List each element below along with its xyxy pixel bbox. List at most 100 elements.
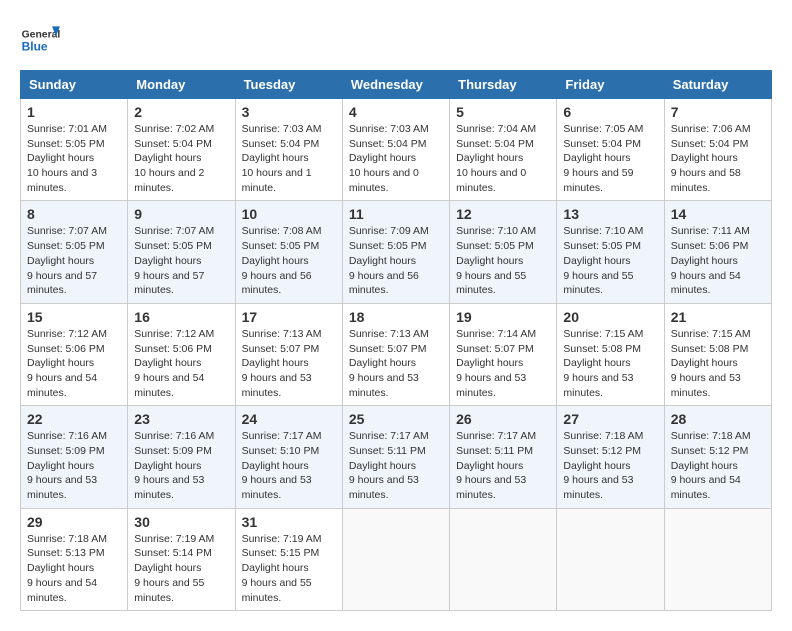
- day-cell-22: 22 Sunrise: 7:16 AM Sunset: 5:09 PM Dayl…: [21, 406, 128, 508]
- day-info: Sunrise: 7:04 AM Sunset: 5:04 PM Dayligh…: [456, 122, 550, 195]
- day-number: 28: [671, 411, 765, 427]
- day-info: Sunrise: 7:18 AM Sunset: 5:12 PM Dayligh…: [671, 429, 765, 502]
- day-cell-1: 1 Sunrise: 7:01 AM Sunset: 5:05 PM Dayli…: [21, 99, 128, 201]
- day-cell-12: 12 Sunrise: 7:10 AM Sunset: 5:05 PM Dayl…: [450, 201, 557, 303]
- day-info: Sunrise: 7:07 AM Sunset: 5:05 PM Dayligh…: [134, 224, 228, 297]
- day-cell-29: 29 Sunrise: 7:18 AM Sunset: 5:13 PM Dayl…: [21, 508, 128, 610]
- day-info: Sunrise: 7:16 AM Sunset: 5:09 PM Dayligh…: [27, 429, 121, 502]
- day-cell-6: 6 Sunrise: 7:05 AM Sunset: 5:04 PM Dayli…: [557, 99, 664, 201]
- day-info: Sunrise: 7:17 AM Sunset: 5:10 PM Dayligh…: [242, 429, 336, 502]
- day-cell-8: 8 Sunrise: 7:07 AM Sunset: 5:05 PM Dayli…: [21, 201, 128, 303]
- day-cell-31: 31 Sunrise: 7:19 AM Sunset: 5:15 PM Dayl…: [235, 508, 342, 610]
- col-wednesday: Wednesday: [342, 71, 449, 99]
- day-info: Sunrise: 7:03 AM Sunset: 5:04 PM Dayligh…: [349, 122, 443, 195]
- day-cell-13: 13 Sunrise: 7:10 AM Sunset: 5:05 PM Dayl…: [557, 201, 664, 303]
- day-cell-2: 2 Sunrise: 7:02 AM Sunset: 5:04 PM Dayli…: [128, 99, 235, 201]
- day-info: Sunrise: 7:07 AM Sunset: 5:05 PM Dayligh…: [27, 224, 121, 297]
- day-info: Sunrise: 7:10 AM Sunset: 5:05 PM Dayligh…: [456, 224, 550, 297]
- day-info: Sunrise: 7:18 AM Sunset: 5:12 PM Dayligh…: [563, 429, 657, 502]
- day-cell-15: 15 Sunrise: 7:12 AM Sunset: 5:06 PM Dayl…: [21, 303, 128, 405]
- day-info: Sunrise: 7:19 AM Sunset: 5:15 PM Dayligh…: [242, 532, 336, 605]
- day-info: Sunrise: 7:08 AM Sunset: 5:05 PM Dayligh…: [242, 224, 336, 297]
- day-info: Sunrise: 7:06 AM Sunset: 5:04 PM Dayligh…: [671, 122, 765, 195]
- day-number: 16: [134, 309, 228, 325]
- day-cell-5: 5 Sunrise: 7:04 AM Sunset: 5:04 PM Dayli…: [450, 99, 557, 201]
- calendar-header-row: Sunday Monday Tuesday Wednesday Thursday…: [21, 71, 772, 99]
- day-cell-null: [557, 508, 664, 610]
- day-number: 21: [671, 309, 765, 325]
- day-info: Sunrise: 7:10 AM Sunset: 5:05 PM Dayligh…: [563, 224, 657, 297]
- day-number: 17: [242, 309, 336, 325]
- day-cell-3: 3 Sunrise: 7:03 AM Sunset: 5:04 PM Dayli…: [235, 99, 342, 201]
- col-thursday: Thursday: [450, 71, 557, 99]
- day-cell-11: 11 Sunrise: 7:09 AM Sunset: 5:05 PM Dayl…: [342, 201, 449, 303]
- day-cell-14: 14 Sunrise: 7:11 AM Sunset: 5:06 PM Dayl…: [664, 201, 771, 303]
- day-number: 3: [242, 104, 336, 120]
- day-info: Sunrise: 7:01 AM Sunset: 5:05 PM Dayligh…: [27, 122, 121, 195]
- day-cell-21: 21 Sunrise: 7:15 AM Sunset: 5:08 PM Dayl…: [664, 303, 771, 405]
- day-cell-24: 24 Sunrise: 7:17 AM Sunset: 5:10 PM Dayl…: [235, 406, 342, 508]
- day-cell-25: 25 Sunrise: 7:17 AM Sunset: 5:11 PM Dayl…: [342, 406, 449, 508]
- day-number: 4: [349, 104, 443, 120]
- day-info: Sunrise: 7:15 AM Sunset: 5:08 PM Dayligh…: [563, 327, 657, 400]
- day-cell-9: 9 Sunrise: 7:07 AM Sunset: 5:05 PM Dayli…: [128, 201, 235, 303]
- day-cell-17: 17 Sunrise: 7:13 AM Sunset: 5:07 PM Dayl…: [235, 303, 342, 405]
- day-info: Sunrise: 7:02 AM Sunset: 5:04 PM Dayligh…: [134, 122, 228, 195]
- general-blue-logo-icon: General Blue: [20, 20, 60, 60]
- day-info: Sunrise: 7:09 AM Sunset: 5:05 PM Dayligh…: [349, 224, 443, 297]
- calendar-table: Sunday Monday Tuesday Wednesday Thursday…: [20, 70, 772, 611]
- day-number: 20: [563, 309, 657, 325]
- day-number: 31: [242, 514, 336, 530]
- day-cell-4: 4 Sunrise: 7:03 AM Sunset: 5:04 PM Dayli…: [342, 99, 449, 201]
- day-number: 6: [563, 104, 657, 120]
- calendar-row-2: 8 Sunrise: 7:07 AM Sunset: 5:05 PM Dayli…: [21, 201, 772, 303]
- day-number: 27: [563, 411, 657, 427]
- logo: General Blue: [20, 20, 60, 60]
- day-number: 7: [671, 104, 765, 120]
- day-number: 14: [671, 206, 765, 222]
- day-cell-27: 27 Sunrise: 7:18 AM Sunset: 5:12 PM Dayl…: [557, 406, 664, 508]
- day-number: 8: [27, 206, 121, 222]
- day-number: 25: [349, 411, 443, 427]
- day-info: Sunrise: 7:11 AM Sunset: 5:06 PM Dayligh…: [671, 224, 765, 297]
- day-number: 19: [456, 309, 550, 325]
- day-cell-20: 20 Sunrise: 7:15 AM Sunset: 5:08 PM Dayl…: [557, 303, 664, 405]
- calendar-row-1: 1 Sunrise: 7:01 AM Sunset: 5:05 PM Dayli…: [21, 99, 772, 201]
- day-number: 26: [456, 411, 550, 427]
- day-number: 1: [27, 104, 121, 120]
- svg-text:Blue: Blue: [22, 39, 48, 53]
- day-info: Sunrise: 7:03 AM Sunset: 5:04 PM Dayligh…: [242, 122, 336, 195]
- day-number: 10: [242, 206, 336, 222]
- day-cell-10: 10 Sunrise: 7:08 AM Sunset: 5:05 PM Dayl…: [235, 201, 342, 303]
- day-number: 23: [134, 411, 228, 427]
- day-info: Sunrise: 7:12 AM Sunset: 5:06 PM Dayligh…: [134, 327, 228, 400]
- col-saturday: Saturday: [664, 71, 771, 99]
- day-number: 22: [27, 411, 121, 427]
- day-number: 18: [349, 309, 443, 325]
- day-cell-null: [450, 508, 557, 610]
- day-cell-19: 19 Sunrise: 7:14 AM Sunset: 5:07 PM Dayl…: [450, 303, 557, 405]
- day-cell-23: 23 Sunrise: 7:16 AM Sunset: 5:09 PM Dayl…: [128, 406, 235, 508]
- col-tuesday: Tuesday: [235, 71, 342, 99]
- day-number: 5: [456, 104, 550, 120]
- day-info: Sunrise: 7:15 AM Sunset: 5:08 PM Dayligh…: [671, 327, 765, 400]
- day-info: Sunrise: 7:12 AM Sunset: 5:06 PM Dayligh…: [27, 327, 121, 400]
- day-info: Sunrise: 7:18 AM Sunset: 5:13 PM Dayligh…: [27, 532, 121, 605]
- day-info: Sunrise: 7:19 AM Sunset: 5:14 PM Dayligh…: [134, 532, 228, 605]
- day-cell-7: 7 Sunrise: 7:06 AM Sunset: 5:04 PM Dayli…: [664, 99, 771, 201]
- calendar-row-3: 15 Sunrise: 7:12 AM Sunset: 5:06 PM Dayl…: [21, 303, 772, 405]
- day-number: 11: [349, 206, 443, 222]
- col-sunday: Sunday: [21, 71, 128, 99]
- day-cell-16: 16 Sunrise: 7:12 AM Sunset: 5:06 PM Dayl…: [128, 303, 235, 405]
- day-cell-null: [664, 508, 771, 610]
- day-info: Sunrise: 7:13 AM Sunset: 5:07 PM Dayligh…: [242, 327, 336, 400]
- calendar-row-4: 22 Sunrise: 7:16 AM Sunset: 5:09 PM Dayl…: [21, 406, 772, 508]
- page-header: General Blue: [20, 20, 772, 60]
- day-cell-null: [342, 508, 449, 610]
- day-number: 13: [563, 206, 657, 222]
- day-number: 24: [242, 411, 336, 427]
- day-cell-26: 26 Sunrise: 7:17 AM Sunset: 5:11 PM Dayl…: [450, 406, 557, 508]
- day-number: 12: [456, 206, 550, 222]
- day-info: Sunrise: 7:14 AM Sunset: 5:07 PM Dayligh…: [456, 327, 550, 400]
- day-cell-28: 28 Sunrise: 7:18 AM Sunset: 5:12 PM Dayl…: [664, 406, 771, 508]
